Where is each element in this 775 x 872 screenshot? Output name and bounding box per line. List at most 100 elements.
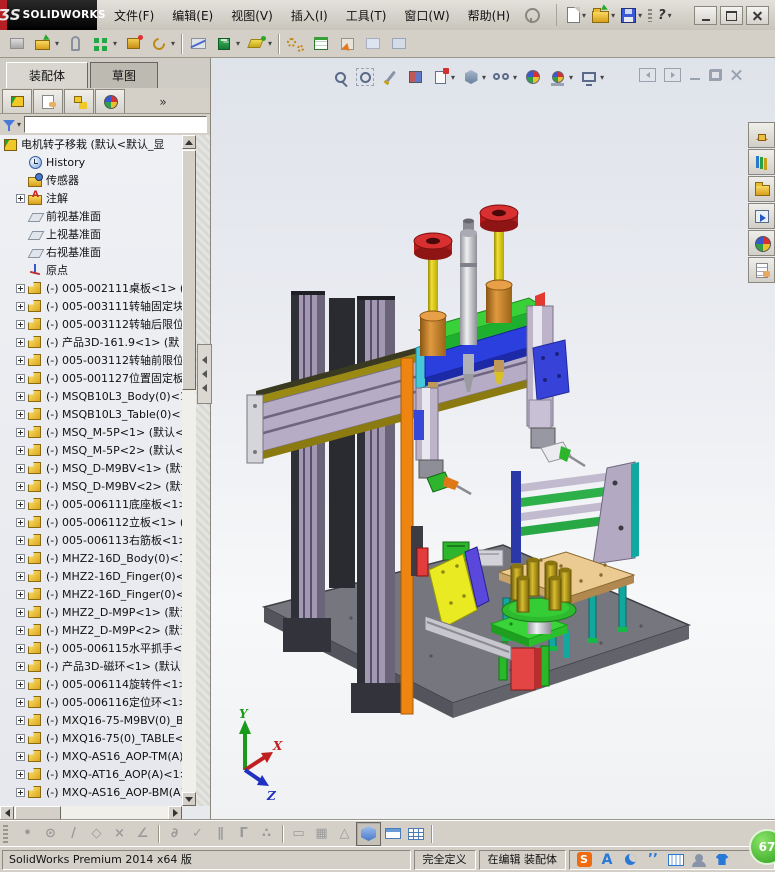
bottom-tool-button[interactable]: • xyxy=(16,823,39,845)
graphics-viewport[interactable]: Y X Z xyxy=(211,58,775,820)
save-button[interactable] xyxy=(619,4,644,26)
taskpane-button[interactable] xyxy=(748,176,775,202)
expand-icon[interactable] xyxy=(16,391,25,401)
menu-item[interactable]: 工具(T) xyxy=(337,3,396,28)
bottom-tool-button[interactable] xyxy=(356,821,381,846)
tree-item[interactable]: (-) MXQ-AT16_AOP(A)<1> xyxy=(0,765,182,783)
bottom-tool-button[interactable]: ∂ xyxy=(163,823,186,845)
bottom-tool-button[interactable]: ∠ xyxy=(131,823,154,845)
expand-icon[interactable] xyxy=(16,481,25,491)
expand-icon[interactable] xyxy=(16,715,25,725)
tree-item[interactable]: (-) 005-006113右筋板<1> xyxy=(0,531,182,549)
expand-icon[interactable] xyxy=(16,355,25,365)
expand-icon[interactable] xyxy=(16,193,25,203)
expand-icon[interactable] xyxy=(16,733,25,743)
expand-icon[interactable] xyxy=(16,769,25,779)
expand-icon[interactable] xyxy=(16,625,25,635)
expand-icon[interactable] xyxy=(16,445,25,455)
tree-item[interactable]: 注解 xyxy=(0,189,182,207)
bottom-tool-button[interactable]: ∴ xyxy=(255,823,278,845)
toolbar-button[interactable] xyxy=(275,32,282,56)
expand-icon[interactable] xyxy=(16,517,25,527)
taskpane-button[interactable] xyxy=(748,149,775,175)
tab-displaymanager[interactable] xyxy=(95,89,125,113)
close-button[interactable] xyxy=(746,6,769,25)
expand-icon[interactable] xyxy=(16,661,25,671)
scroll-down-arrow[interactable] xyxy=(182,792,196,806)
bottom-tool-button[interactable]: ◇ xyxy=(85,823,108,845)
tray-icon[interactable] xyxy=(691,852,707,868)
bottom-tool-button[interactable]: × xyxy=(108,823,131,845)
tray-icon[interactable] xyxy=(576,852,592,868)
toolbar-button[interactable] xyxy=(4,32,30,56)
tab-sketch[interactable]: 草图 xyxy=(90,62,158,89)
maximize-button[interactable] xyxy=(720,6,743,25)
tree-item[interactable]: (-) MXQ-AS16_AOP-TM(A)< xyxy=(0,747,182,765)
tab-assembly[interactable]: 装配体 xyxy=(6,62,88,89)
toolbar-button[interactable] xyxy=(88,32,120,56)
tree-item[interactable]: (-) 005-003111转轴固定块 xyxy=(0,297,182,315)
scroll-thumb[interactable] xyxy=(182,150,196,390)
headsup-button[interactable] xyxy=(491,66,519,88)
bottom-tool-button[interactable]: / xyxy=(62,823,85,845)
tree-item[interactable]: (-) MSQ_M-5P<2> (默认<< xyxy=(0,441,182,459)
expand-icon[interactable] xyxy=(16,697,25,707)
headsup-button[interactable] xyxy=(404,66,426,88)
panel-tabs-more[interactable]: » xyxy=(154,90,172,113)
tray-icon[interactable] xyxy=(599,852,615,868)
bottom-tool-button[interactable]: ✓ xyxy=(186,823,209,845)
taskpane-button[interactable] xyxy=(748,257,775,283)
bottom-tool-button[interactable]: ▭ xyxy=(287,823,310,845)
tree-item[interactable]: (-) MHZ2_D-M9P<2> (默认 xyxy=(0,621,182,639)
expand-icon[interactable] xyxy=(16,499,25,509)
filter-dropdown-caret[interactable]: ▾ xyxy=(17,120,21,129)
expand-icon[interactable] xyxy=(16,337,25,347)
tree-item[interactable]: (-) 005-006115水平抓手< xyxy=(0,639,182,657)
tree-item[interactable]: (-) MSQB10L3_Body(0)<1> xyxy=(0,387,182,405)
toolbar-drag-handle[interactable] xyxy=(3,824,8,843)
headsup-button[interactable] xyxy=(354,66,376,88)
collapse-left-icon[interactable] xyxy=(639,68,656,82)
toolbar-button[interactable] xyxy=(62,32,88,56)
tree-item[interactable]: 前视基准面 xyxy=(0,207,182,225)
headsup-button[interactable] xyxy=(429,66,457,88)
tree-item[interactable]: (-) 005-003112转轴前限位 xyxy=(0,351,182,369)
bottom-tool-button[interactable]: ⊙ xyxy=(39,823,62,845)
toolbar-button[interactable] xyxy=(243,32,275,56)
toolbar-button[interactable] xyxy=(185,32,211,56)
tree-item[interactable]: (-) MHZ2_D-M9P<1> (默认 xyxy=(0,603,182,621)
scroll-left-arrow[interactable] xyxy=(0,806,14,820)
menu-item[interactable]: 视图(V) xyxy=(222,3,282,28)
tray-icon[interactable] xyxy=(668,852,684,868)
expand-icon[interactable] xyxy=(16,553,25,563)
headsup-button[interactable] xyxy=(329,66,351,88)
taskpane-button[interactable] xyxy=(748,230,775,256)
tab-propertymanager[interactable] xyxy=(33,89,63,113)
tree-item[interactable]: (-) 005-003112转轴后限位 xyxy=(0,315,182,333)
tree-item[interactable]: (-) 005-006111底座板<1> xyxy=(0,495,182,513)
headsup-button[interactable] xyxy=(547,66,575,88)
bottom-tool-button[interactable] xyxy=(381,823,404,845)
toolbar-button[interactable] xyxy=(386,32,412,56)
scroll-thumb-horizontal[interactable] xyxy=(15,806,61,820)
panel-splitter-handle[interactable] xyxy=(197,344,212,404)
expand-icon[interactable] xyxy=(16,643,25,653)
tree-item[interactable]: (-) 产品3D-磁环<1> (默认 xyxy=(0,657,182,675)
print-button[interactable] xyxy=(646,4,654,26)
tree-item[interactable]: (-) MHZ2-16D_Finger(0)< xyxy=(0,567,182,585)
toolbar-button[interactable] xyxy=(308,32,334,56)
menu-item[interactable]: 编辑(E) xyxy=(163,3,222,28)
menu-item[interactable]: 文件(F) xyxy=(105,3,163,28)
tree-item[interactable]: (-) 005-006112立板<1> ( xyxy=(0,513,182,531)
bottom-tool-button[interactable]: ▦ xyxy=(310,823,333,845)
tree-item[interactable]: (-) MHZ2-16D_Body(0)<1> xyxy=(0,549,182,567)
expand-icon[interactable] xyxy=(16,607,25,617)
tree-item[interactable]: 传感器 xyxy=(0,171,182,189)
open-button[interactable] xyxy=(590,4,617,26)
tree-item[interactable]: History xyxy=(0,153,182,171)
toolbar-button[interactable] xyxy=(211,32,243,56)
tree-item[interactable]: 右视基准面 xyxy=(0,243,182,261)
child-close-button[interactable] xyxy=(730,69,743,81)
menu-item[interactable]: 帮助(H) xyxy=(459,3,519,28)
taskpane-button[interactable] xyxy=(748,203,775,229)
